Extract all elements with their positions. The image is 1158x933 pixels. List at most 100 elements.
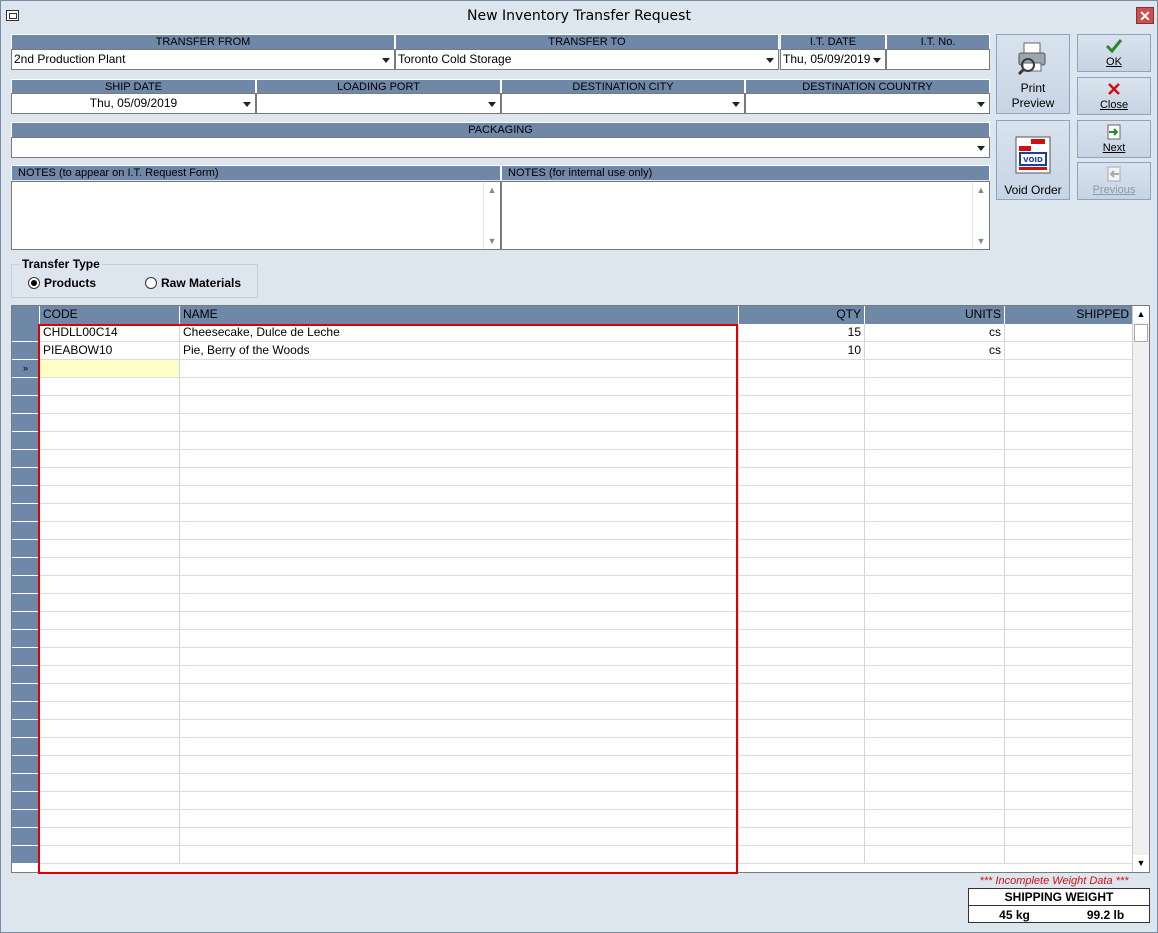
cell-name[interactable] <box>180 486 739 504</box>
chevron-down-icon[interactable] <box>729 94 744 113</box>
table-row[interactable] <box>12 432 1134 450</box>
scroll-up-icon[interactable]: ▲ <box>1133 306 1149 323</box>
cell-shipped[interactable] <box>1005 468 1134 486</box>
row-selector[interactable] <box>12 450 40 468</box>
cell-name[interactable] <box>180 792 739 810</box>
col-header-units[interactable]: UNITS <box>865 306 1005 324</box>
cell-qty[interactable]: 10 <box>739 342 865 360</box>
table-row[interactable] <box>12 558 1134 576</box>
cell-shipped[interactable] <box>1005 324 1134 342</box>
cell-qty[interactable] <box>739 360 865 378</box>
cell-code[interactable] <box>40 468 180 486</box>
row-selector[interactable] <box>12 486 40 504</box>
cell-shipped[interactable] <box>1005 378 1134 396</box>
cell-units[interactable] <box>865 738 1005 756</box>
cell-shipped[interactable] <box>1005 558 1134 576</box>
row-selector[interactable] <box>12 324 40 342</box>
scroll-up-icon[interactable]: ▲ <box>487 185 497 195</box>
table-row[interactable] <box>12 702 1134 720</box>
row-selector[interactable] <box>12 648 40 666</box>
row-selector[interactable] <box>12 432 40 450</box>
col-header-code[interactable]: CODE <box>40 306 180 324</box>
scroll-up-icon[interactable]: ▲ <box>976 185 986 195</box>
cell-code[interactable] <box>40 450 180 468</box>
chevron-down-icon[interactable] <box>763 50 778 69</box>
cell-code[interactable] <box>40 558 180 576</box>
cell-code[interactable] <box>40 792 180 810</box>
cell-code[interactable] <box>40 684 180 702</box>
table-row[interactable] <box>12 396 1134 414</box>
row-selector[interactable] <box>12 378 40 396</box>
cell-units[interactable] <box>865 378 1005 396</box>
radio-products[interactable]: Products <box>28 276 96 290</box>
cell-code[interactable] <box>40 540 180 558</box>
row-selector[interactable] <box>12 594 40 612</box>
row-selector[interactable] <box>12 504 40 522</box>
cell-name[interactable]: Cheesecake, Dulce de Leche <box>180 324 739 342</box>
cell-qty[interactable] <box>739 594 865 612</box>
void-order-button[interactable]: VOID Void Order <box>996 120 1070 200</box>
cell-qty[interactable] <box>739 792 865 810</box>
cell-units[interactable] <box>865 468 1005 486</box>
row-selector[interactable] <box>12 792 40 810</box>
row-selector[interactable] <box>12 774 40 792</box>
row-selector[interactable] <box>12 396 40 414</box>
cell-shipped[interactable] <box>1005 486 1134 504</box>
cell-name[interactable] <box>180 630 739 648</box>
row-selector[interactable]: » <box>12 360 40 378</box>
cell-code[interactable] <box>40 702 180 720</box>
cell-code[interactable] <box>40 486 180 504</box>
cell-shipped[interactable] <box>1005 576 1134 594</box>
cell-code[interactable] <box>40 396 180 414</box>
cell-name[interactable] <box>180 378 739 396</box>
table-row[interactable] <box>12 540 1134 558</box>
cell-units[interactable] <box>865 522 1005 540</box>
cell-name[interactable] <box>180 756 739 774</box>
row-selector[interactable] <box>12 630 40 648</box>
cell-units[interactable] <box>865 720 1005 738</box>
table-row[interactable]: » <box>12 360 1134 378</box>
cell-units[interactable] <box>865 432 1005 450</box>
cell-name[interactable] <box>180 360 739 378</box>
cell-name[interactable] <box>180 468 739 486</box>
cell-qty[interactable] <box>739 414 865 432</box>
table-row[interactable] <box>12 486 1134 504</box>
cell-units[interactable] <box>865 612 1005 630</box>
cell-code[interactable] <box>40 756 180 774</box>
transfer-to-select[interactable]: Toronto Cold Storage <box>395 49 779 70</box>
table-row[interactable] <box>12 738 1134 756</box>
chevron-down-icon[interactable] <box>485 94 500 113</box>
chevron-down-icon[interactable] <box>974 94 989 113</box>
cell-qty[interactable] <box>739 558 865 576</box>
scroll-thumb[interactable] <box>1134 324 1148 342</box>
row-selector[interactable] <box>12 702 40 720</box>
cell-shipped[interactable] <box>1005 342 1134 360</box>
cell-name[interactable] <box>180 846 739 864</box>
cell-qty[interactable] <box>739 576 865 594</box>
cell-name[interactable] <box>180 702 739 720</box>
cell-units[interactable] <box>865 756 1005 774</box>
items-grid[interactable]: CODE NAME QTY UNITS SHIPPED CHDLL00C14 Ch… <box>11 305 1150 873</box>
previous-button[interactable]: Previous <box>1077 162 1151 200</box>
cell-units[interactable] <box>865 540 1005 558</box>
cell-units[interactable] <box>865 558 1005 576</box>
notes-internal-scrollbar[interactable]: ▲ ▼ <box>972 182 989 249</box>
table-row[interactable] <box>12 756 1134 774</box>
cell-shipped[interactable] <box>1005 612 1134 630</box>
cell-code[interactable] <box>40 810 180 828</box>
cell-units[interactable]: cs <box>865 342 1005 360</box>
cell-shipped[interactable] <box>1005 828 1134 846</box>
grid-scrollbar[interactable]: ▲ ▼ <box>1132 306 1149 872</box>
loading-port-select[interactable] <box>256 93 501 114</box>
cell-units[interactable] <box>865 450 1005 468</box>
cell-code[interactable] <box>40 360 180 378</box>
cell-name[interactable] <box>180 558 739 576</box>
cell-qty[interactable] <box>739 810 865 828</box>
col-header-qty[interactable]: QTY <box>739 306 865 324</box>
cell-shipped[interactable] <box>1005 720 1134 738</box>
cell-qty[interactable]: 15 <box>739 324 865 342</box>
cell-name[interactable] <box>180 666 739 684</box>
table-row[interactable] <box>12 450 1134 468</box>
cell-units[interactable] <box>865 792 1005 810</box>
cell-code[interactable] <box>40 414 180 432</box>
